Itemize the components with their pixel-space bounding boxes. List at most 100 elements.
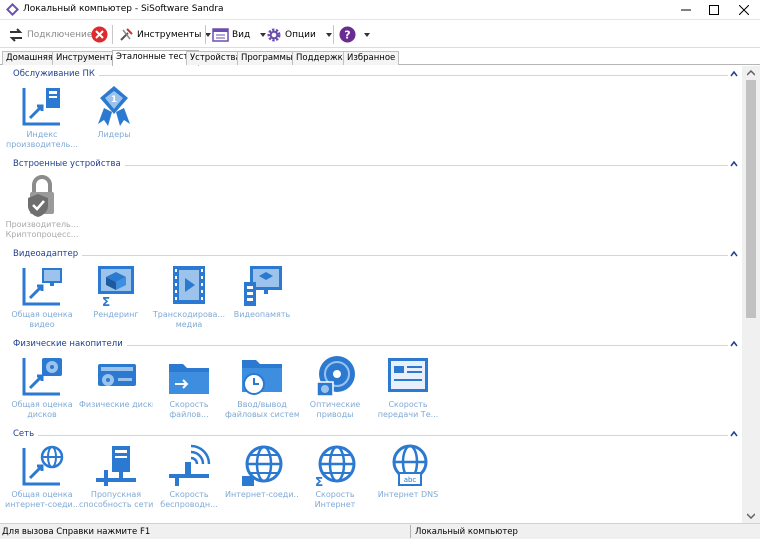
ribbon-tabs: Домашняя Инструменты Эталонные тесты Уст… [0,50,760,66]
tile-label: Рендеринг [93,310,139,319]
chevron-down-icon [205,32,212,37]
view-label: Вид [232,29,251,40]
tile-internet-dns[interactable]: abc Интернет DNS [371,444,445,523]
help-icon: ? [339,26,356,43]
vertical-scrollbar[interactable] [742,66,760,523]
tools-label: Инструменты [137,29,202,40]
maximize-button[interactable] [700,0,728,20]
toolbar: Подключение Инструменты Вид Опции ? [0,21,760,48]
group-header-network[interactable]: Сеть [0,429,742,441]
tile-video-overall[interactable]: Общая оценка видео [5,264,79,348]
video-memory-icon [244,266,282,306]
group-title: Видеоадаптер [13,249,83,259]
chevron-down-icon [325,32,332,37]
status-separator [410,525,411,538]
collapse-icon[interactable] [730,70,738,78]
connect-icon [9,27,23,42]
tile-label: Индекс [26,130,58,139]
tools-icon [120,27,133,41]
tab-devices[interactable]: Устройства [186,51,245,65]
group-header-embedded-devices[interactable]: Встроенные устройства [0,159,742,171]
svg-text:Σ: Σ [102,295,110,308]
collapse-icon[interactable] [730,430,738,438]
title-bar: Локальный компьютер - SiSoftware Sandra [0,0,760,20]
lock-shield-icon [28,175,54,217]
collapse-icon[interactable] [730,340,738,348]
svg-text:?: ? [344,29,350,42]
tab-favorites[interactable]: Избранное [343,51,400,65]
group-header-physical-storage[interactable]: Физические накопители [0,339,742,351]
group-header-video-adapter[interactable]: Видеоадаптер [0,249,742,261]
scroll-down-button[interactable] [742,509,760,523]
toolbar-separator [333,25,334,44]
connect-label: Подключение [27,29,93,40]
tape-drive-icon [388,358,428,392]
film-strip-icon [173,266,205,304]
chevron-up-icon [747,70,755,76]
status-help-text: Для вызова Справки нажмите F1 [2,527,151,537]
close-window-button[interactable] [730,0,758,20]
tile-label: Физические диски [79,400,153,409]
tile-optical-drives[interactable]: Оптические приводы [298,354,372,438]
tile-internet-speed[interactable]: Σ Скорость Интернет [298,444,372,523]
hard-drive-icon [98,364,136,386]
options-menu-button[interactable]: Опции [266,24,332,45]
scroll-up-button[interactable] [742,66,760,80]
tile-label: Транскодирова... [152,310,226,319]
close-icon [739,5,749,15]
view-menu-button[interactable]: Вид [212,24,267,45]
group-title: Обслуживание ПК [13,69,99,79]
tile-label: Лидеры [97,130,131,139]
tools-menu-button[interactable]: Инструменты [118,24,212,45]
tile-label: приводы [316,410,354,419]
tile-label: Общая оценка [11,400,73,409]
rendering-icon: Σ [98,266,134,308]
collapse-icon[interactable] [730,160,738,168]
tile-internet-connection[interactable]: Интернет-соеди... [225,444,299,523]
tile-label: файлов... [169,410,209,419]
globe-icon [242,445,283,486]
collapse-icon[interactable] [730,250,738,258]
tile-performance-index[interactable]: Индекс производитель... [5,84,79,168]
tab-programs[interactable]: Программы [237,51,297,65]
tile-file-speed[interactable]: Скорость файлов... [152,354,226,438]
tile-label: Общая оценка [11,310,73,319]
chevron-down-icon [364,32,370,37]
tile-label: Скорость [388,400,428,409]
tile-label: Оптические [309,400,361,409]
tile-tape-transfer-speed[interactable]: Скорость передачи Те... [371,354,445,438]
tile-wireless-speed[interactable]: Скорость беспроводн... [152,444,226,523]
tile-network-bandwidth[interactable]: Пропускная способность сети [79,444,153,523]
tile-physical-disks[interactable]: Физические диски [79,354,153,438]
tab-home[interactable]: Домашняя [2,51,58,65]
tile-label: Общая оценка [11,490,73,499]
tile-label: Видеопамять [233,310,291,319]
sandra-app-icon [6,3,19,16]
tile-label: интернет-соеди... [5,500,79,509]
minimize-button[interactable] [672,0,700,20]
tile-filesystem-io[interactable]: Ввод/вывод файловых систем [225,354,299,438]
video-score-icon [22,268,62,306]
globe-speed-icon: Σ [315,445,356,488]
tile-internet-overall[interactable]: Общая оценка интернет-соеди... [5,444,79,523]
toolbar-separator [112,25,113,44]
tile-disk-overall[interactable]: Общая оценка дисков [5,354,79,438]
tile-crypto-processor[interactable]: Производитель... Криптопроцесс... [5,174,79,258]
tile-label: Интернет-соеди... [225,490,299,499]
tile-label: Производитель... [5,220,79,229]
scroll-thumb[interactable] [746,80,756,318]
tile-label: видео [29,320,55,329]
tile-video-memory[interactable]: Видеопамять [225,264,299,348]
tile-label: Скорость [169,490,209,499]
group-title: Сеть [13,429,39,439]
tile-rendering[interactable]: Σ Рендеринг [79,264,153,348]
tile-media-transcoding[interactable]: Транскодирова... медиа [152,264,226,348]
connect-button[interactable]: Подключение [8,24,92,45]
tab-tools[interactable]: Инструменты [52,51,121,65]
disconnect-button[interactable] [91,24,108,45]
tile-label: Интернет [314,500,356,509]
group-header-pc-maintenance[interactable]: Обслуживание ПК [0,69,742,81]
tile-leaders[interactable]: 1 Лидеры [77,84,151,168]
help-menu-button[interactable]: ? [339,24,370,45]
maximize-icon [709,5,719,15]
